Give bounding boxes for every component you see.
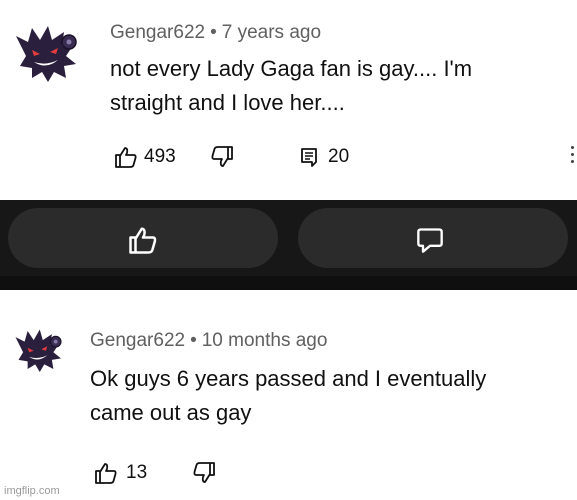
comment-text: not every Lady Gaga fan is gay.... I'm s… [110, 52, 472, 120]
comment-meta: Gengar622 • 7 years ago [110, 22, 321, 44]
reply-button[interactable]: 20 [300, 146, 349, 168]
like-count: 13 [126, 462, 148, 483]
comment-meta: Gengar622 • 10 months ago [90, 330, 327, 352]
timestamp[interactable]: 7 years ago [222, 22, 321, 43]
thumbs-down-icon [211, 146, 233, 167]
reply-icon [301, 148, 317, 167]
dislike-button[interactable] [210, 146, 234, 168]
comment-pill-button[interactable] [298, 208, 568, 268]
comment-bubble-icon [417, 228, 443, 253]
reply-count: 20 [328, 146, 350, 167]
comment-text-line: came out as gay [90, 400, 252, 425]
comment-text-line: straight and I love her.... [110, 90, 345, 115]
meta-separator: • [190, 330, 197, 351]
like-button[interactable]: 13 [94, 462, 147, 484]
more-vertical-icon[interactable] [571, 146, 575, 167]
dislike-button[interactable] [192, 462, 216, 484]
action-bar [0, 200, 577, 290]
watermark: imgflip.com [4, 485, 60, 497]
comment-text-line: Ok guys 6 years passed and I eventually [90, 366, 487, 391]
like-button[interactable]: 493 [114, 146, 176, 168]
band-divider [0, 276, 577, 290]
author-name[interactable]: Gengar622 [90, 330, 185, 351]
author-name[interactable]: Gengar622 [110, 22, 205, 43]
timestamp[interactable]: 10 months ago [202, 330, 328, 351]
gengar-avatar-icon[interactable] [14, 22, 80, 84]
like-pill-button[interactable] [8, 208, 278, 268]
meta-separator: • [210, 22, 217, 43]
comment-text-line: not every Lady Gaga fan is gay.... I'm [110, 56, 473, 81]
gengar-avatar-icon[interactable] [14, 326, 64, 374]
comment-2: Gengar622 • 10 months ago Ok guys 6 years … [0, 290, 577, 500]
comment-1: Gengar622 • 7 years ago not every Lady Gag… [0, 0, 577, 200]
thumbs-down-icon [193, 462, 215, 483]
comment-text: Ok guys 6 years passed and I eventually … [90, 362, 486, 430]
thumbs-up-icon [115, 147, 137, 168]
thumbs-up-icon [95, 463, 117, 484]
thumbs-up-icon [129, 227, 157, 254]
like-count: 493 [144, 146, 176, 167]
